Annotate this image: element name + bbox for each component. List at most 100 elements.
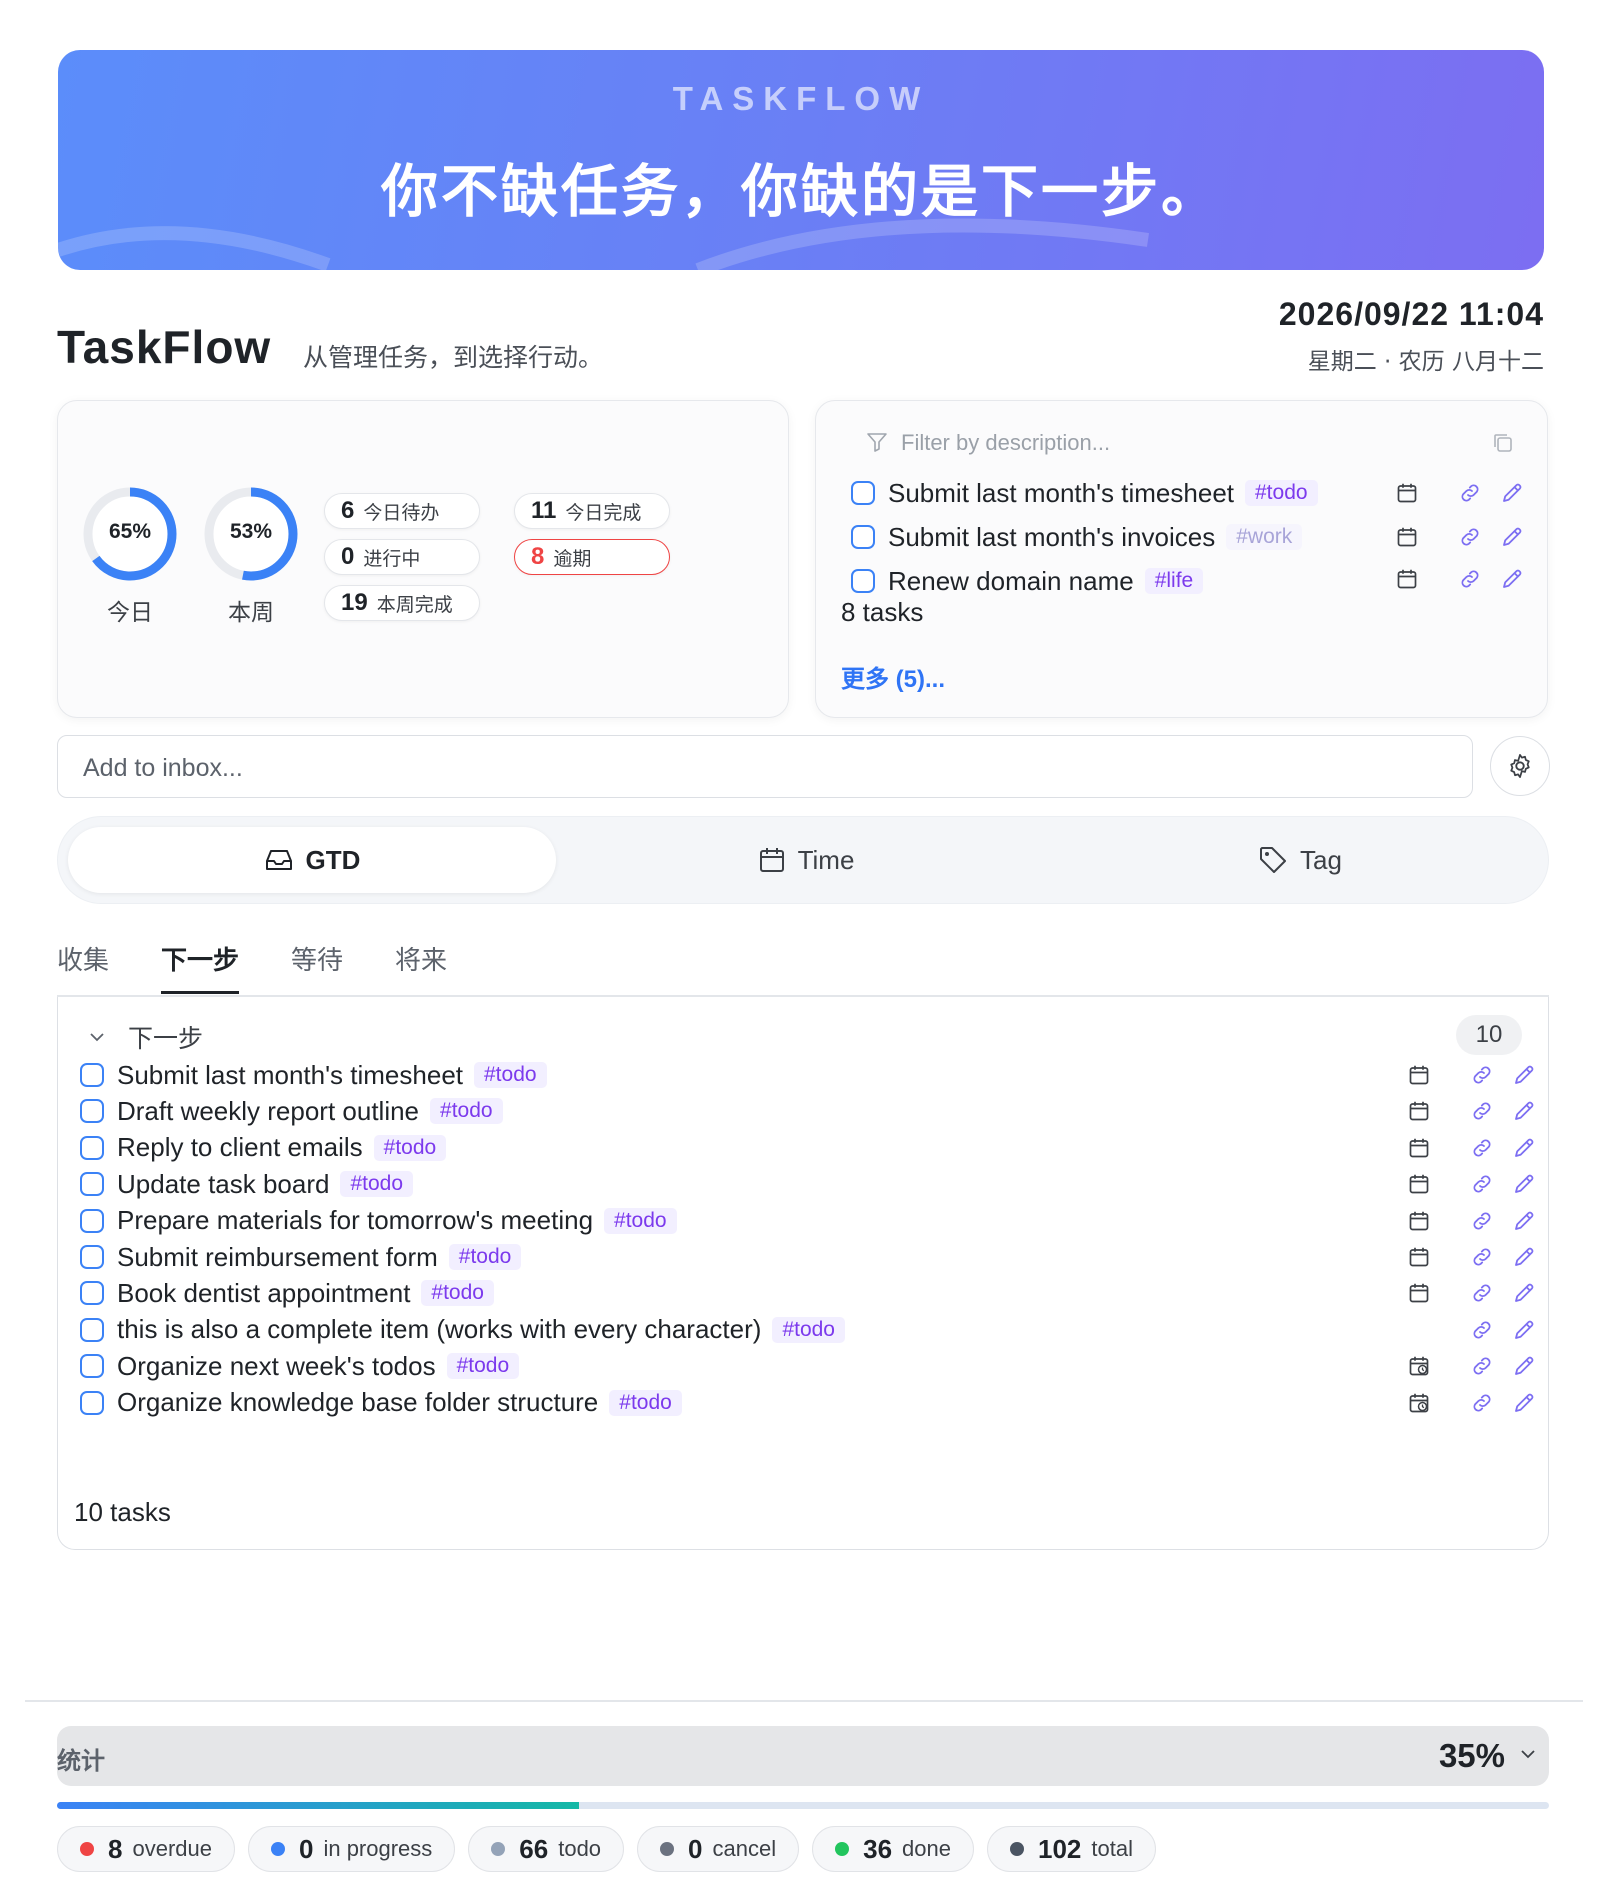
task-tag[interactable]: #life [1144,568,1204,594]
task-title[interactable]: Renew domain name [888,566,1134,597]
task-title[interactable]: Book dentist appointment [117,1278,410,1309]
view-tag[interactable]: Tag [1056,827,1544,893]
task-checkbox[interactable] [851,481,875,505]
link-icon[interactable] [1470,1245,1494,1274]
link-icon[interactable] [1470,1136,1494,1165]
task-title[interactable]: Reply to client emails [117,1132,363,1163]
chip-todo[interactable]: 66 todo [468,1826,625,1872]
task-title[interactable]: Organize next week's todos [117,1351,436,1382]
edit-pencil-icon[interactable] [1512,1245,1536,1274]
task-tag[interactable]: #todo [1245,480,1318,506]
stats-header[interactable]: 统计 35% [57,1726,1549,1786]
link-icon[interactable] [1470,1099,1494,1128]
chip-cancel[interactable]: 0 cancel [637,1826,800,1872]
tab-future[interactable]: 将来 [395,940,447,994]
edit-pencil-icon[interactable] [1512,1099,1536,1128]
link-icon[interactable] [1470,1209,1494,1238]
link-icon[interactable] [1458,525,1482,554]
group-header[interactable]: 下一步 [88,1019,203,1055]
edit-pencil-icon[interactable] [1500,567,1524,596]
filter-input[interactable]: Filter by description... [901,430,1110,456]
task-checkbox[interactable] [80,1099,104,1124]
task-title[interactable]: Update task board [117,1169,329,1200]
settings-button[interactable] [1490,736,1550,796]
edit-pencil-icon[interactable] [1500,525,1524,554]
task-checkbox[interactable] [80,1063,104,1087]
task-checkbox[interactable] [80,1317,104,1342]
task-title[interactable]: Draft weekly report outline [117,1096,419,1127]
task-tag[interactable]: #todo [430,1098,503,1125]
task-title[interactable]: Submit last month's invoices [888,522,1215,553]
pill-today-todo[interactable]: 6 今日待办 [324,493,480,529]
task-tag[interactable]: #todo [421,1280,494,1307]
task-checkbox[interactable] [80,1208,104,1233]
edit-pencil-icon[interactable] [1512,1209,1536,1238]
calendar-icon[interactable] [1408,1064,1432,1091]
task-tag[interactable]: #todo [373,1134,447,1161]
edit-pencil-icon[interactable] [1512,1391,1536,1420]
calendar-icon[interactable] [1408,1100,1432,1127]
task-tag[interactable]: #work [1226,524,1303,550]
task-tag[interactable]: #todo [772,1316,845,1343]
tab-collect[interactable]: 收集 [57,940,109,994]
chip-in-progress[interactable]: 0 in progress [247,1826,456,1872]
calendar-icon[interactable] [1408,1282,1432,1309]
task-tag[interactable]: #todo [604,1207,677,1234]
task-title[interactable]: Submit last month's timesheet [117,1060,463,1091]
task-title[interactable]: this is also a complete item (works with… [117,1314,761,1345]
calendar-clock-icon[interactable] [1408,1355,1432,1382]
link-icon[interactable] [1470,1354,1494,1383]
task-title[interactable]: Submit last month's timesheet [888,478,1234,509]
calendar-icon[interactable] [1396,482,1420,509]
calendar-clock-icon[interactable] [1408,1392,1432,1419]
task-checkbox[interactable] [80,1390,104,1415]
chip-done[interactable]: 36 done [812,1826,974,1872]
task-checkbox[interactable] [851,525,875,549]
calendar-icon[interactable] [1396,526,1420,553]
pill-today-done[interactable]: 11 今日完成 [514,493,670,529]
task-title[interactable]: Organize knowledge base folder structure [117,1387,598,1418]
view-time[interactable]: Time [562,827,1050,893]
edit-pencil-icon[interactable] [1512,1281,1536,1310]
link-icon[interactable] [1470,1318,1494,1347]
task-checkbox[interactable] [80,1354,104,1379]
chip-overdue[interactable]: 8 overdue [57,1826,235,1872]
edit-pencil-icon[interactable] [1512,1136,1536,1165]
task-tag[interactable]: #todo [446,1353,520,1380]
more-link[interactable]: 更多 (5)... [841,659,945,694]
pill-week-done[interactable]: 19 本周完成 [324,585,480,621]
calendar-icon[interactable] [1408,1210,1432,1237]
link-icon[interactable] [1458,481,1482,510]
calendar-icon[interactable] [1408,1137,1432,1164]
edit-pencil-icon[interactable] [1500,481,1524,510]
copy-icon[interactable] [1491,431,1515,455]
task-checkbox[interactable] [80,1172,104,1197]
pill-in-progress[interactable]: 0 进行中 [324,539,480,575]
pill-overdue[interactable]: 8 逾期 [514,539,670,575]
calendar-icon[interactable] [1408,1246,1432,1273]
edit-pencil-icon[interactable] [1512,1354,1536,1383]
task-tag[interactable]: #todo [340,1171,414,1198]
task-tag[interactable]: #todo [474,1062,547,1088]
calendar-icon[interactable] [1396,568,1420,595]
task-title[interactable]: Submit reimbursement form [117,1242,438,1273]
edit-pencil-icon[interactable] [1512,1063,1536,1092]
inbox-input[interactable]: Add to inbox... [57,735,1473,798]
view-gtd[interactable]: GTD [68,827,556,893]
link-icon[interactable] [1470,1172,1494,1201]
task-checkbox[interactable] [851,569,875,593]
tab-next-step[interactable]: 下一步 [161,940,240,994]
link-icon[interactable] [1458,567,1482,596]
task-tag[interactable]: #todo [609,1389,682,1416]
link-icon[interactable] [1470,1391,1494,1420]
task-checkbox[interactable] [80,1135,104,1160]
edit-pencil-icon[interactable] [1512,1318,1536,1347]
tab-waiting[interactable]: 等待 [291,940,343,994]
task-title[interactable]: Prepare materials for tomorrow's meeting [117,1205,593,1236]
task-tag[interactable]: #todo [448,1244,522,1270]
link-icon[interactable] [1470,1281,1494,1310]
link-icon[interactable] [1470,1063,1494,1092]
task-checkbox[interactable] [80,1281,104,1306]
task-checkbox[interactable] [80,1245,104,1269]
edit-pencil-icon[interactable] [1512,1172,1536,1201]
